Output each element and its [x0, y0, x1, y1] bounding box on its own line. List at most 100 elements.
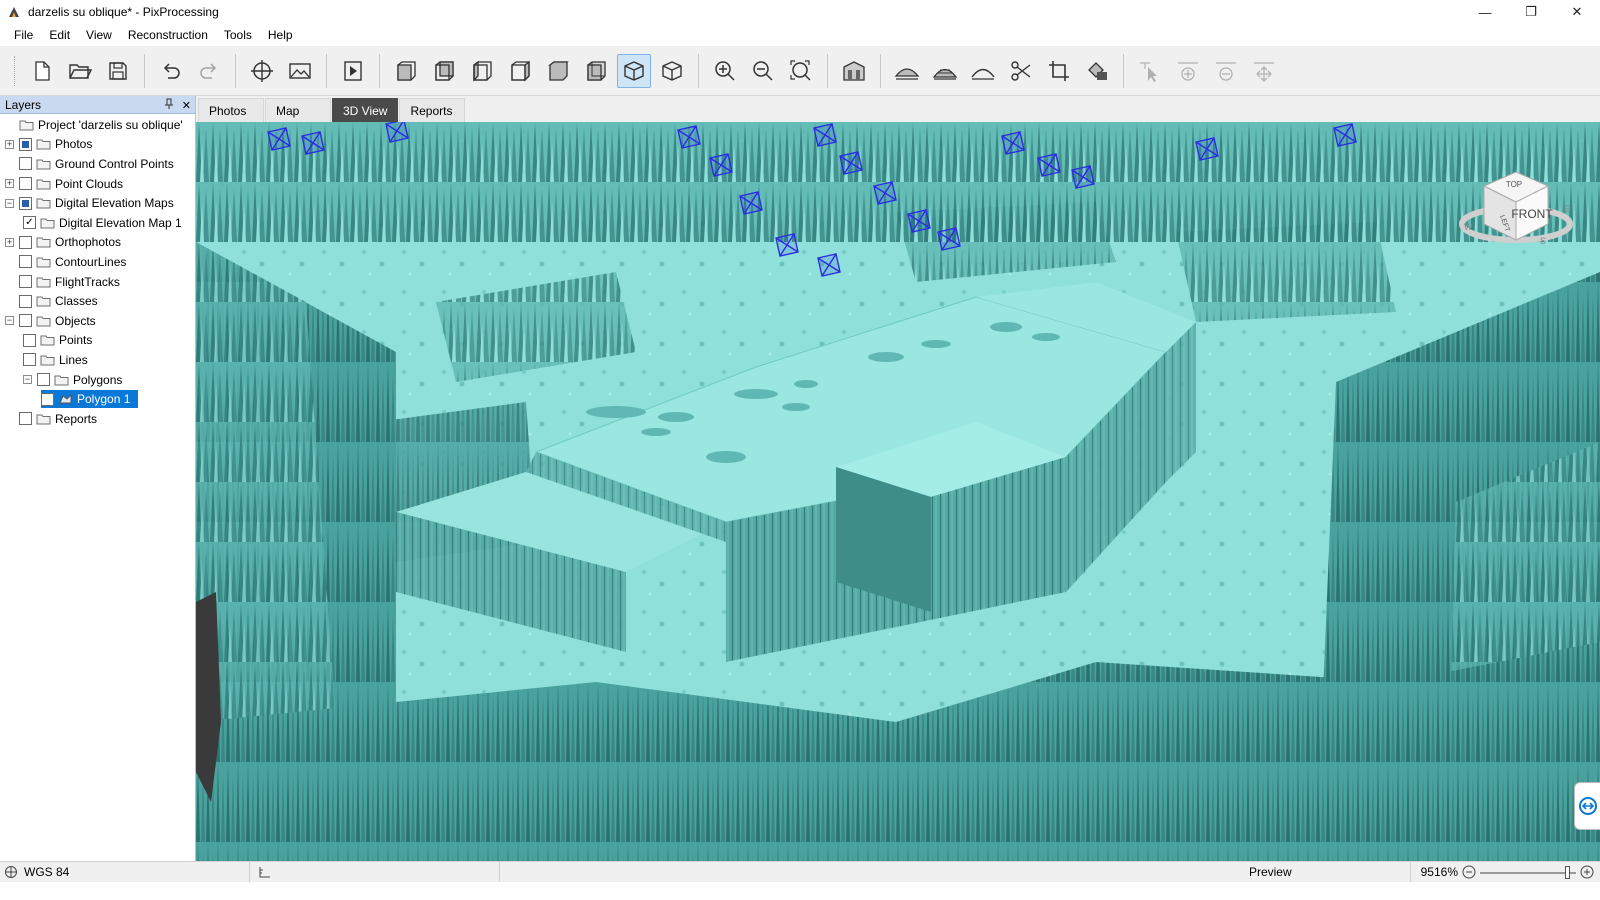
layer-visibility-checkbox[interactable]	[19, 157, 32, 171]
tab-photos[interactable]: Photos	[198, 98, 264, 122]
redo-button[interactable]	[192, 54, 226, 88]
view-left-button[interactable]	[465, 54, 499, 88]
layer-row-lines[interactable]: Lines	[0, 350, 195, 370]
camera-marker[interactable]	[839, 151, 863, 175]
camera-marker[interactable]	[267, 127, 291, 151]
restore-button[interactable]: ❐	[1508, 0, 1554, 24]
layer-row-flighttracks[interactable]: FlightTracks	[0, 272, 195, 292]
layer-visibility-checkbox[interactable]	[37, 373, 50, 387]
close-button[interactable]: ✕	[1554, 0, 1600, 24]
layer-item[interactable]: Lines	[23, 351, 96, 369]
camera-marker[interactable]	[817, 253, 841, 277]
layer-visibility-checkbox[interactable]	[19, 137, 32, 151]
zoom-out-small-icon[interactable]	[1462, 865, 1476, 879]
building-button[interactable]	[837, 54, 871, 88]
crop-button[interactable]	[1042, 54, 1076, 88]
menu-view[interactable]: View	[78, 24, 120, 46]
layer-row-digital-elevation-map-1[interactable]: ✓ Digital Elevation Map 1	[0, 213, 195, 233]
camera-marker[interactable]	[907, 209, 931, 233]
menu-tools[interactable]: Tools	[216, 24, 260, 46]
layer-visibility-checkbox[interactable]	[19, 177, 32, 191]
layer-row-points[interactable]: Points	[0, 331, 195, 351]
terrain-3-button[interactable]	[966, 54, 1000, 88]
layer-item[interactable]: Reports	[19, 410, 105, 428]
layer-row-contourlines[interactable]: ContourLines	[0, 252, 195, 272]
view-front-button[interactable]	[389, 54, 423, 88]
navcube-top-label[interactable]: TOP	[1506, 180, 1522, 189]
layer-item[interactable]: Photos	[19, 135, 100, 153]
open-folder-button[interactable]	[63, 54, 97, 88]
view-bottom-button[interactable]	[579, 54, 613, 88]
layer-row-reports[interactable]: Reports	[0, 409, 195, 429]
view-right-button[interactable]	[503, 54, 537, 88]
tree-expander-icon[interactable]: +	[5, 139, 14, 149]
view-back-button[interactable]	[427, 54, 461, 88]
layer-visibility-checkbox[interactable]: ✓	[23, 216, 36, 230]
layer-item[interactable]: Ground Control Points	[19, 155, 182, 173]
select-arrow-button[interactable]	[1133, 54, 1167, 88]
terrain-1-button[interactable]	[890, 54, 924, 88]
target-point-button[interactable]	[245, 54, 279, 88]
move-point-button[interactable]	[1247, 54, 1281, 88]
layer-item[interactable]: Point Clouds	[19, 175, 131, 193]
zoom-out-button[interactable]	[746, 54, 780, 88]
camera-marker[interactable]	[739, 191, 763, 215]
3d-viewport[interactable]: TOP LEFT FRONT W S E	[196, 122, 1600, 861]
play-button[interactable]	[336, 54, 370, 88]
layer-item[interactable]: ContourLines	[19, 253, 134, 271]
camera-marker[interactable]	[1037, 153, 1061, 177]
zoom-fit-button[interactable]	[784, 54, 818, 88]
layer-visibility-checkbox[interactable]	[23, 333, 36, 347]
layer-visibility-checkbox[interactable]	[19, 275, 32, 289]
camera-marker[interactable]	[873, 181, 897, 205]
new-file-button[interactable]	[25, 54, 59, 88]
view-perspective-button[interactable]	[617, 53, 651, 88]
camera-marker[interactable]	[677, 125, 701, 149]
layer-row-polygons[interactable]: − Polygons	[0, 370, 195, 390]
side-panel-handle[interactable]	[1574, 782, 1600, 830]
terrain-2-button[interactable]	[928, 54, 962, 88]
measure-icon[interactable]	[258, 865, 272, 879]
toolbar-grip[interactable]	[14, 55, 17, 86]
layer-row-point-clouds[interactable]: + Point Clouds	[0, 174, 195, 194]
camera-marker[interactable]	[1001, 131, 1025, 155]
menu-file[interactable]: File	[6, 24, 41, 46]
menu-edit[interactable]: Edit	[41, 24, 78, 46]
layer-item[interactable]: Orthophotos	[19, 233, 129, 251]
zoom-in-small-icon[interactable]	[1580, 865, 1594, 879]
zoom-slider[interactable]	[1480, 862, 1576, 883]
tree-expander-icon[interactable]: −	[5, 316, 14, 326]
layer-item[interactable]: ✓ Digital Elevation Map 1	[23, 214, 190, 232]
zoom-slider-thumb[interactable]	[1565, 865, 1571, 879]
layer-visibility-checkbox[interactable]	[19, 294, 32, 308]
layer-row-objects[interactable]: − Objects	[0, 311, 195, 331]
tab-reports[interactable]: Reports	[399, 98, 466, 122]
layer-visibility-checkbox[interactable]	[19, 196, 32, 210]
zoom-in-button[interactable]	[708, 54, 742, 88]
compass-west[interactable]: W	[1464, 222, 1473, 232]
pin-icon[interactable]	[164, 98, 174, 112]
fill-button[interactable]	[1080, 54, 1114, 88]
layer-visibility-checkbox[interactable]	[19, 314, 32, 328]
layer-item[interactable]: Points	[23, 331, 100, 349]
layer-row-polygon-1[interactable]: Polygon 1	[0, 389, 195, 409]
camera-marker[interactable]	[301, 131, 325, 155]
minimize-button[interactable]: —	[1462, 0, 1508, 24]
camera-marker[interactable]	[937, 227, 961, 251]
view-orthographic-button[interactable]	[655, 54, 689, 88]
layer-visibility-checkbox[interactable]	[41, 392, 54, 406]
layer-row-photos[interactable]: + Photos	[0, 135, 195, 155]
layer-row-ground-control-points[interactable]: Ground Control Points	[0, 154, 195, 174]
image-view-button[interactable]	[283, 54, 317, 88]
close-panel-icon[interactable]: ✕	[182, 99, 191, 112]
undo-button[interactable]	[154, 54, 188, 88]
camera-marker[interactable]	[709, 153, 733, 177]
camera-marker[interactable]	[385, 122, 409, 143]
layer-item[interactable]: Polygons	[37, 371, 130, 389]
layer-item[interactable]: Polygon 1	[41, 390, 139, 409]
layer-visibility-checkbox[interactable]	[19, 412, 32, 426]
view-top-button[interactable]	[541, 54, 575, 88]
tree-expander-icon[interactable]: +	[5, 237, 14, 247]
menu-help[interactable]: Help	[260, 24, 301, 46]
camera-marker[interactable]	[775, 233, 799, 257]
